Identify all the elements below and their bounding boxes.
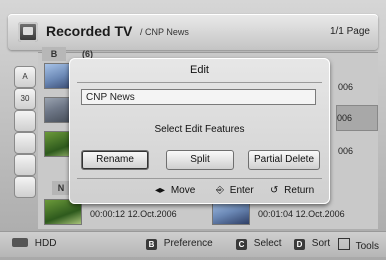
instruction-text: Select Edit Features — [154, 124, 245, 135]
group-header-n: N — [52, 181, 70, 195]
recording-meta[interactable]: 00:00:12 12.Oct.2006 — [90, 209, 177, 219]
return-hint: ↺ Return — [270, 185, 315, 196]
hdd-icon — [12, 238, 28, 247]
list-item-date: 006 — [337, 113, 353, 123]
d-key-icon: D — [294, 239, 305, 250]
date: 12.Oct.2006 — [127, 209, 177, 219]
title-field[interactable]: CNP News — [81, 89, 316, 105]
split-button[interactable]: Split — [166, 150, 234, 170]
list-item-date: 006 — [338, 82, 354, 92]
date: 12.Oct.2006 — [295, 209, 345, 219]
partial-delete-button[interactable]: Partial Delete — [248, 150, 320, 170]
hdd-indicator: HDD — [12, 238, 56, 249]
list-item[interactable]: 006 — [338, 139, 378, 163]
enter-icon: ⎆ — [216, 185, 224, 196]
dialog-title: Edit — [190, 64, 209, 76]
header-bar: Recorded TV / CNP News 1/1 Page — [8, 14, 378, 50]
divider — [77, 82, 322, 83]
rename-button[interactable]: Rename — [81, 150, 149, 170]
c-key-icon: C — [236, 239, 247, 250]
edit-dialog: Edit CNP News Select Edit Features Renam… — [69, 58, 330, 204]
bottom-bar: HDD B Preference C Select D Sort Tools — [0, 231, 386, 257]
page-indicator: 1/1 Page — [329, 26, 370, 37]
enter-hint: ⎆ Enter — [216, 185, 254, 196]
divider — [77, 178, 322, 179]
disc-icon[interactable] — [14, 154, 36, 176]
recorded-tv-icon — [18, 22, 38, 42]
move-hint: ◂▸ Move — [155, 185, 196, 196]
duration: 00:01:04 — [258, 209, 294, 219]
select-key[interactable]: C Select — [236, 238, 282, 250]
list-item-date: 006 — [338, 146, 354, 156]
b-key-icon: B — [146, 239, 157, 250]
star-icon[interactable] — [14, 176, 36, 198]
breadcrumb: / CNP News — [140, 27, 189, 37]
list-icon[interactable] — [14, 132, 36, 154]
duration: 00:00:12 — [90, 209, 126, 219]
sort-key[interactable]: D Sort — [294, 238, 330, 250]
list-item-selected[interactable]: 006 — [336, 105, 378, 131]
A-icon[interactable]: A — [14, 66, 36, 88]
tools-icon — [338, 238, 350, 250]
preference-key[interactable]: B Preference — [146, 238, 213, 250]
return-icon: ↺ — [270, 185, 279, 196]
group-header-b: B — [42, 47, 66, 61]
page-title: Recorded TV — [46, 23, 133, 39]
move-icon: ◂▸ — [155, 185, 166, 196]
recording-meta[interactable]: 00:01:04 12.Oct.2006 — [258, 209, 345, 219]
recording-icon[interactable] — [14, 110, 36, 132]
list-item[interactable]: 006 — [338, 75, 378, 99]
tools-key[interactable]: Tools — [338, 238, 379, 252]
30-icon[interactable]: 30 — [14, 88, 36, 110]
